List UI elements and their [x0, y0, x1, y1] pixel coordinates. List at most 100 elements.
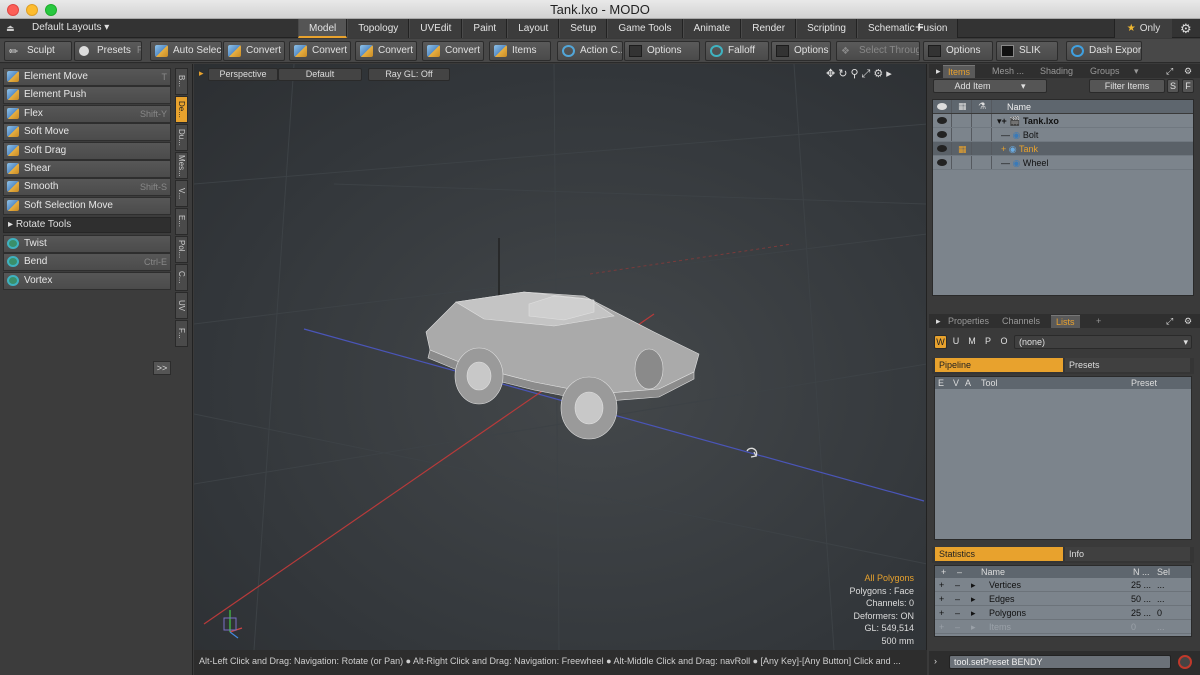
record-macro-icon[interactable]: [1178, 655, 1192, 669]
vtab-fusion[interactable]: F...: [175, 320, 188, 347]
mode-u-button[interactable]: U: [950, 335, 962, 349]
tab-presets[interactable]: Presets: [1065, 358, 1190, 372]
rotate-icon[interactable]: ↻: [838, 68, 850, 80]
slik-button[interactable]: SLIK: [996, 41, 1058, 61]
command-input[interactable]: tool.setPreset BENDY: [949, 655, 1171, 669]
item-row-tank[interactable]: ▦ + ◉ Tank: [933, 142, 1193, 156]
add-icon[interactable]: +: [939, 620, 944, 634]
select-through-button[interactable]: ❖ Select Through: [836, 41, 920, 61]
add-icon[interactable]: +: [939, 592, 944, 606]
filter-items-field[interactable]: Filter Items: [1089, 79, 1165, 93]
eject-icon[interactable]: ⏏: [6, 23, 15, 34]
tab-shading[interactable]: Shading: [1035, 65, 1078, 78]
panel-gear-icon[interactable]: ⚙: [1179, 65, 1197, 78]
pipe-col-a[interactable]: A: [965, 377, 971, 389]
3d-viewport[interactable]: ▸ Perspective Default Ray GL: Off ✥↻⚲⤢⚙▸…: [194, 64, 927, 650]
tab-mesh[interactable]: Mesh ...: [987, 65, 1029, 78]
sculpt-button[interactable]: ✏ Sculpt: [4, 41, 72, 61]
tab-uvedit[interactable]: UVEdit: [409, 19, 463, 38]
zoom-window-button[interactable]: [45, 4, 57, 16]
vtab-vertex[interactable]: V...: [175, 180, 188, 207]
element-push-tool[interactable]: Element Push: [3, 86, 171, 105]
flex-tool[interactable]: Flex Shift-Y: [3, 104, 171, 123]
action-center-options-button[interactable]: Options: [624, 41, 700, 61]
item-row-bolt[interactable]: — ◉ Bolt: [933, 128, 1193, 142]
zoom-icon[interactable]: ⚲: [850, 68, 861, 80]
items-button[interactable]: Items: [489, 41, 551, 61]
auto-select-button[interactable]: Auto Select: [150, 41, 222, 61]
soft-selection-move-tool[interactable]: Soft Selection Move: [3, 196, 171, 215]
expand-arrow-icon[interactable]: ▸: [971, 606, 976, 620]
vtab-polygon[interactable]: Pol...: [175, 236, 188, 263]
tab-scripting[interactable]: Scripting: [796, 19, 857, 38]
tab-pipeline[interactable]: Pipeline: [935, 358, 1063, 372]
gear-icon[interactable]: ⚙: [1180, 21, 1192, 37]
tab-game-tools[interactable]: Game Tools: [607, 19, 683, 38]
tab-setup[interactable]: Setup: [559, 19, 608, 38]
select-through-options-button[interactable]: Options: [923, 41, 993, 61]
name-column-header[interactable]: Name: [1007, 100, 1031, 114]
convert-edges-button[interactable]: Convert: [289, 41, 351, 61]
tab-groups[interactable]: Groups: [1085, 65, 1125, 78]
stat-row-polygons[interactable]: + – ▸ Polygons 25 ... 0: [935, 606, 1191, 620]
element-move-tool[interactable]: Element Move T: [3, 68, 171, 86]
viewport-menu-icon[interactable]: ▸: [199, 68, 204, 79]
fit-icon[interactable]: ⤢: [862, 68, 874, 80]
add-panel-tab-icon[interactable]: +: [1091, 315, 1106, 328]
remove-icon[interactable]: –: [955, 578, 960, 592]
item-row-wheel[interactable]: — ◉ Wheel: [933, 156, 1193, 170]
tab-paint[interactable]: Paint: [462, 19, 508, 38]
tab-channels[interactable]: Channels: [997, 315, 1045, 328]
shear-tool[interactable]: Shear: [3, 159, 171, 178]
falloff-button[interactable]: Falloff: [705, 41, 769, 61]
stat-col-name[interactable]: Name: [981, 566, 1005, 578]
panel-expand-icon-2[interactable]: ⤢: [1161, 315, 1178, 328]
remove-icon[interactable]: –: [955, 592, 960, 606]
tab-render[interactable]: Render: [741, 19, 797, 38]
soft-drag-tool[interactable]: Soft Drag: [3, 141, 171, 160]
stat-col-sel[interactable]: Sel: [1157, 566, 1170, 578]
close-window-button[interactable]: [7, 4, 19, 16]
add-icon[interactable]: +: [939, 578, 944, 592]
rotate-tools-header[interactable]: ▸ Rotate Tools: [3, 216, 171, 233]
pipe-col-e[interactable]: E: [938, 377, 944, 389]
filter-f-button[interactable]: F: [1182, 79, 1194, 93]
viewport-expand-icon[interactable]: ▸: [886, 68, 895, 80]
remove-icon[interactable]: –: [955, 620, 960, 634]
default-layouts-dropdown[interactable]: Default Layouts ▾: [32, 22, 109, 33]
vtab-edge[interactable]: E...: [175, 208, 188, 235]
add-icon[interactable]: +: [939, 606, 944, 620]
tab-animate[interactable]: Animate: [682, 19, 742, 38]
mode-w-button[interactable]: W: [934, 335, 947, 349]
expand-arrow-icon[interactable]: ▸: [971, 592, 976, 606]
vtab-uv[interactable]: UV: [175, 292, 188, 319]
action-center-button[interactable]: Action C...: [557, 41, 623, 61]
tab-schematic-fusion[interactable]: Schematic Fusion: [856, 19, 959, 38]
convert-materials-button[interactable]: Convert: [422, 41, 484, 61]
falloff-options-button[interactable]: Options: [771, 41, 831, 61]
visibility-eye-icon[interactable]: [937, 159, 947, 166]
command-history-icon[interactable]: ›: [934, 656, 937, 666]
tab-model[interactable]: Model: [298, 19, 348, 38]
vtab-mesh[interactable]: Mes...: [175, 152, 188, 179]
pipe-col-v[interactable]: V: [953, 377, 959, 389]
convert-polygons-button[interactable]: Convert: [355, 41, 417, 61]
raygl-toggle[interactable]: Ray GL: Off: [368, 68, 450, 81]
visibility-eye-icon[interactable]: [937, 131, 947, 138]
view-mode-button[interactable]: Perspective: [208, 68, 278, 81]
visibility-eye-icon[interactable]: [937, 145, 947, 152]
tab-info[interactable]: Info: [1065, 547, 1190, 561]
filter-s-button[interactable]: S: [1167, 79, 1179, 93]
tab-items[interactable]: Items: [943, 65, 976, 78]
tab-topology[interactable]: Topology: [347, 19, 410, 38]
item-row-scene[interactable]: ▾+ 🎬 Tank.lxo: [933, 114, 1193, 128]
only-toggle[interactable]: ★ Only: [1114, 19, 1172, 38]
presets-button[interactable]: PresetsF6: [74, 41, 142, 61]
bend-tool[interactable]: Bend Ctrl-E: [3, 253, 171, 272]
mode-o-button[interactable]: O: [998, 335, 1010, 349]
tab-lists[interactable]: Lists: [1051, 315, 1080, 328]
more-tools-button[interactable]: >>: [153, 361, 171, 375]
mode-m-button[interactable]: M: [966, 335, 978, 349]
pipe-col-preset[interactable]: Preset: [1131, 377, 1157, 389]
stat-row-vertices[interactable]: + – ▸ Vertices 25 ......: [935, 578, 1191, 592]
